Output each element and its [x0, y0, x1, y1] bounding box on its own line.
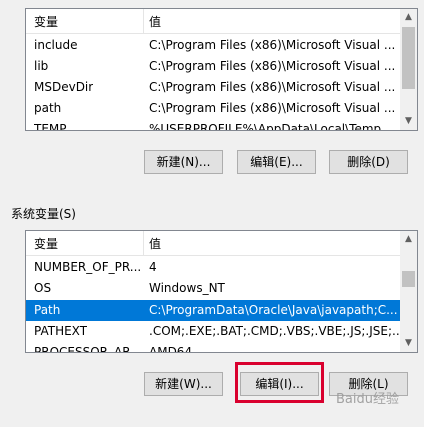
- variable-name: include: [34, 38, 78, 52]
- variable-name: TEMP: [34, 122, 67, 131]
- variable-name: NUMBER_OF_PR...: [34, 260, 142, 274]
- table-row[interactable]: path C:\Program Files (x86)\Microsoft Vi…: [26, 98, 400, 119]
- table-row[interactable]: include C:\Program Files (x86)\Microsoft…: [26, 35, 400, 56]
- watermark: Baidu经验: [336, 392, 399, 407]
- vertical-scrollbar[interactable]: ▲ ▼: [400, 9, 417, 130]
- table-row[interactable]: PATHEXT .COM;.EXE;.BAT;.CMD;.VBS;.VBE;.J…: [26, 321, 404, 342]
- column-header-value[interactable]: 值: [149, 235, 161, 252]
- user-variables-header: 变量 值: [26, 9, 400, 34]
- table-row[interactable]: MSDevDir C:\Program Files (x86)\Microsof…: [26, 77, 400, 98]
- scroll-thumb[interactable]: [402, 271, 415, 287]
- scroll-down-icon[interactable]: ▼: [400, 113, 417, 130]
- variable-name: PATHEXT: [34, 324, 88, 338]
- scroll-thumb[interactable]: [402, 27, 415, 89]
- user-new-button[interactable]: 新建(N)...: [144, 150, 223, 174]
- table-row[interactable]: PROCESSOR_AR... AMD64: [26, 342, 400, 353]
- variable-name: Path: [34, 303, 61, 317]
- variable-name: PROCESSOR_AR...: [34, 345, 142, 353]
- variable-name: lib: [34, 59, 49, 73]
- variable-value: AMD64: [149, 345, 193, 353]
- variable-value: %USERPROFILE%\AppData\Local\Temp: [149, 122, 382, 131]
- system-new-button[interactable]: 新建(W)...: [144, 372, 223, 396]
- variable-name: MSDevDir: [34, 80, 94, 94]
- variable-value: 4: [149, 260, 157, 274]
- user-delete-button[interactable]: 删除(D): [329, 150, 408, 174]
- user-edit-button[interactable]: 编辑(E)...: [237, 150, 316, 174]
- table-row-selected[interactable]: Path C:\ProgramData\Oracle\Java\javapath…: [26, 300, 400, 321]
- user-variables-list[interactable]: 变量 值 include C:\Program Files (x86)\Micr…: [25, 8, 418, 131]
- variable-value: C:\Program Files (x86)\Microsoft Visual …: [149, 101, 396, 115]
- system-variables-header: 变量 值: [26, 231, 400, 256]
- scroll-up-icon[interactable]: ▲: [400, 231, 417, 248]
- table-row[interactable]: TEMP %USERPROFILE%\AppData\Local\Temp: [26, 119, 400, 131]
- vertical-scrollbar[interactable]: ▲ ▼: [400, 231, 417, 352]
- scroll-down-icon[interactable]: ▼: [400, 335, 417, 352]
- table-row[interactable]: NUMBER_OF_PR... 4: [26, 257, 400, 278]
- column-header-name[interactable]: 变量: [34, 13, 58, 30]
- variable-name: OS: [34, 281, 52, 295]
- right-margin: [424, 0, 437, 427]
- system-variables-label: 系统变量(S): [11, 207, 76, 221]
- variable-value: C:\Program Files (x86)\Microsoft Visual …: [149, 59, 396, 73]
- scroll-up-icon[interactable]: ▲: [400, 9, 417, 26]
- column-header-name[interactable]: 变量: [34, 235, 58, 252]
- system-variables-list[interactable]: 变量 值 NUMBER_OF_PR... 4 OS Windows_NT Pat…: [25, 230, 418, 353]
- variable-value: C:\Program Files (x86)\Microsoft Visual …: [149, 38, 396, 52]
- table-row[interactable]: lib C:\Program Files (x86)\Microsoft Vis…: [26, 56, 400, 77]
- variable-value: C:\ProgramData\Oracle\Java\javapath;C...: [149, 303, 398, 317]
- variable-value: Windows_NT: [149, 281, 225, 295]
- variable-value: .COM;.EXE;.BAT;.CMD;.VBS;.VBE;.JS;.JSE;.…: [149, 324, 404, 338]
- variable-value: C:\Program Files (x86)\Microsoft Visual …: [149, 80, 396, 94]
- table-row[interactable]: OS Windows_NT: [26, 278, 400, 299]
- red-highlight-box: [235, 362, 324, 403]
- column-header-value[interactable]: 值: [149, 13, 161, 30]
- variable-name: path: [34, 101, 62, 115]
